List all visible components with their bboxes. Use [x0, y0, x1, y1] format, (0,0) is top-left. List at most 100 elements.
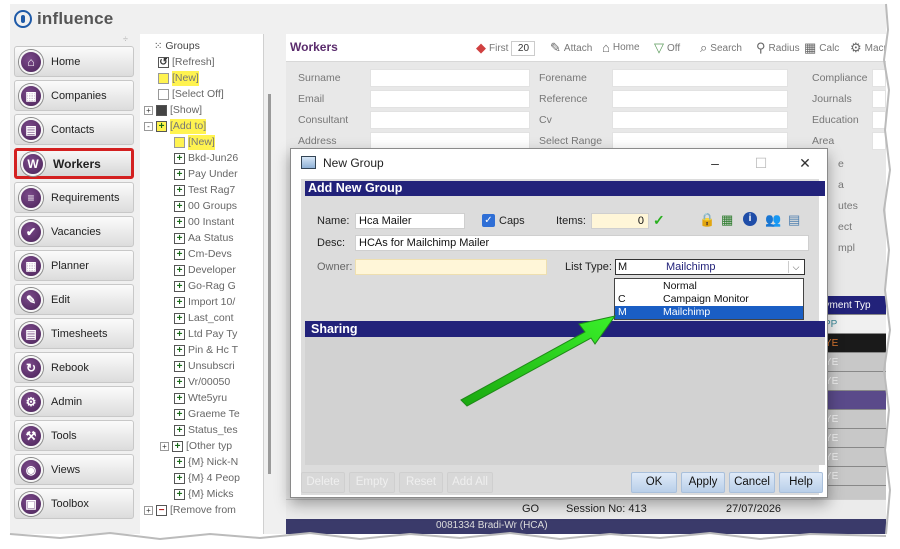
- tree-node[interactable]: + Developer: [174, 263, 236, 278]
- first-count-input[interactable]: 20: [511, 40, 536, 56]
- list-type-select[interactable]: M Mailchimp ⌵: [615, 259, 805, 275]
- name-input[interactable]: Hca Mailer: [355, 213, 465, 229]
- filter-surname-input[interactable]: [370, 69, 530, 87]
- home-button[interactable]: ⌂ Home: [602, 40, 640, 55]
- nav-vacancies-button[interactable]: ✔ Vacancies: [14, 216, 134, 247]
- filter-education-input[interactable]: [872, 111, 886, 129]
- tree-node[interactable]: + Test Rag7: [174, 183, 235, 198]
- grid-add-icon[interactable]: ▦: [721, 212, 733, 228]
- groups-tree-root[interactable]: ⁙ Groups: [154, 39, 200, 54]
- tree-node[interactable]: + + [Other typ: [160, 439, 232, 454]
- owner-input[interactable]: [355, 259, 547, 275]
- nav-rebook-button[interactable]: ↻ Rebook: [14, 352, 134, 383]
- tree-scrollbar[interactable]: [268, 94, 271, 474]
- tree-node[interactable]: + Ltd Pay Ty: [174, 327, 237, 342]
- nav-tools-button[interactable]: ⚒ Tools: [14, 420, 134, 451]
- lock-icon[interactable]: 🔒: [699, 212, 715, 228]
- tree-node[interactable]: + Go-Rag G: [174, 279, 236, 294]
- tree-node[interactable]: +00 Groups: [174, 199, 237, 214]
- tree-node[interactable]: ↺ [Refresh]: [158, 55, 215, 70]
- tree-node[interactable]: [New]: [158, 71, 199, 86]
- list-type-option[interactable]: M Mailchimp: [615, 306, 803, 319]
- nav-toolbox-button[interactable]: ▣ Toolbox: [14, 488, 134, 519]
- users-icon[interactable]: 👥: [765, 212, 781, 228]
- nav-requirements-button[interactable]: ≡ Requirements: [14, 182, 134, 213]
- grid-bottom-row[interactable]: 0081334 Bradi-Wr (HCA): [286, 519, 886, 534]
- tree-node[interactable]: + [Show]: [144, 103, 202, 118]
- nav-planner-button[interactable]: ▦ Planner: [14, 250, 134, 281]
- tree-node[interactable]: + {M} Nick-N: [174, 455, 238, 470]
- list-type-value: Mailchimp: [666, 261, 716, 273]
- tree-node[interactable]: + Pin & Hc T: [174, 343, 238, 358]
- add-group-icon: +: [174, 489, 185, 500]
- tree-node[interactable]: + Bkd-Jun26: [174, 151, 238, 166]
- apply-button[interactable]: Apply: [681, 472, 725, 493]
- reset-button[interactable]: Reset: [399, 472, 443, 493]
- tree-node[interactable]: - + [Add to]: [144, 119, 207, 134]
- caps-checkbox[interactable]: ✓: [482, 214, 495, 227]
- radius-button[interactable]: ⚲ Radius: [756, 40, 800, 56]
- list-type-option[interactable]: C Campaign Monitor: [615, 293, 803, 306]
- attach-button[interactable]: ✎ Attach: [550, 40, 592, 56]
- filter-cv-input[interactable]: [612, 111, 788, 129]
- tree-node[interactable]: + Wte5yru: [174, 391, 227, 406]
- nav-home-button[interactable]: ⌂ Home: [14, 46, 134, 77]
- filter-off-button[interactable]: ▽ Off: [654, 40, 680, 56]
- tree-node[interactable]: [New]: [174, 135, 215, 150]
- add-group-icon: +: [174, 409, 185, 420]
- filter-label-partial: a: [838, 179, 844, 191]
- tree-node[interactable]: + Status_tes: [174, 423, 238, 438]
- desc-input[interactable]: HCAs for Mailchimp Mailer: [355, 235, 809, 251]
- expand-icon[interactable]: +: [144, 106, 153, 115]
- search-button[interactable]: ⌕ Search: [700, 40, 742, 56]
- add-all-button[interactable]: Add All: [447, 472, 493, 493]
- calc-button[interactable]: ▦ Calc: [804, 40, 839, 56]
- empty-button[interactable]: Empty: [349, 472, 395, 493]
- filter-reference-input[interactable]: [612, 90, 788, 108]
- info-icon[interactable]: i: [743, 212, 757, 226]
- filter-forename-input[interactable]: [612, 69, 788, 87]
- tree-node[interactable]: [Select Off]: [158, 87, 224, 102]
- ok-button[interactable]: OK: [631, 472, 677, 493]
- nav-admin-button[interactable]: ⚙ Admin: [14, 386, 134, 417]
- nav-views-button[interactable]: ◉ Views: [14, 454, 134, 485]
- tree-node[interactable]: + Pay Under: [174, 167, 238, 182]
- tree-node[interactable]: + {M} Micks: [174, 487, 234, 502]
- status-go[interactable]: GO: [522, 503, 539, 515]
- tree-node[interactable]: + {M} 4 Peop: [174, 471, 240, 486]
- filter-email-input[interactable]: [370, 90, 530, 108]
- tree-node[interactable]: + Aa Status: [174, 231, 234, 246]
- help-button[interactable]: Help: [779, 472, 823, 493]
- filter-journals-input[interactable]: [872, 90, 886, 108]
- tree-node[interactable]: + Import 10/: [174, 295, 235, 310]
- cancel-button[interactable]: Cancel: [729, 472, 775, 493]
- first-control[interactable]: ◆ First 20: [476, 40, 536, 56]
- close-icon[interactable]: ✕: [793, 153, 817, 173]
- tree-node[interactable]: + Last_cont: [174, 311, 234, 326]
- nav-timesheets-button[interactable]: ▤ Timesheets: [14, 318, 134, 349]
- filter-consultant-input[interactable]: [370, 111, 530, 129]
- minimize-icon[interactable]: –: [703, 153, 727, 173]
- clipboard-icon[interactable]: ▤: [788, 212, 800, 228]
- filter-area-input[interactable]: [872, 132, 886, 150]
- chevron-down-icon[interactable]: ⌵: [788, 261, 803, 273]
- nav-workers-button[interactable]: W Workers: [14, 148, 134, 179]
- tree-node[interactable]: + Cm-Devs: [174, 247, 232, 262]
- tree-node[interactable]: + Vr/00050: [174, 375, 230, 390]
- nav-edit-button[interactable]: ✎ Edit: [14, 284, 134, 315]
- tree-node[interactable]: + Graeme Te: [174, 407, 240, 422]
- nav-contacts-button[interactable]: ▤ Contacts: [14, 114, 134, 145]
- delete-button[interactable]: Delete: [301, 472, 345, 493]
- expand-icon[interactable]: +: [144, 506, 153, 515]
- macro-button[interactable]: ⚙ Macr: [850, 40, 886, 56]
- filter-compliance-input[interactable]: [872, 69, 886, 87]
- tree-node[interactable]: + Unsubscri: [174, 359, 235, 374]
- tree-node[interactable]: +00 Instant: [174, 215, 234, 230]
- maximize-icon[interactable]: ☐: [749, 153, 773, 173]
- nav-companies-button[interactable]: ▦ Companies: [14, 80, 134, 111]
- expand-icon[interactable]: +: [160, 442, 169, 451]
- list-type-option[interactable]: Normal: [615, 280, 803, 293]
- sidebar-grip-icon[interactable]: ÷: [10, 34, 138, 46]
- tree-node[interactable]: + − [Remove from: [144, 503, 236, 518]
- collapse-icon[interactable]: -: [144, 122, 153, 131]
